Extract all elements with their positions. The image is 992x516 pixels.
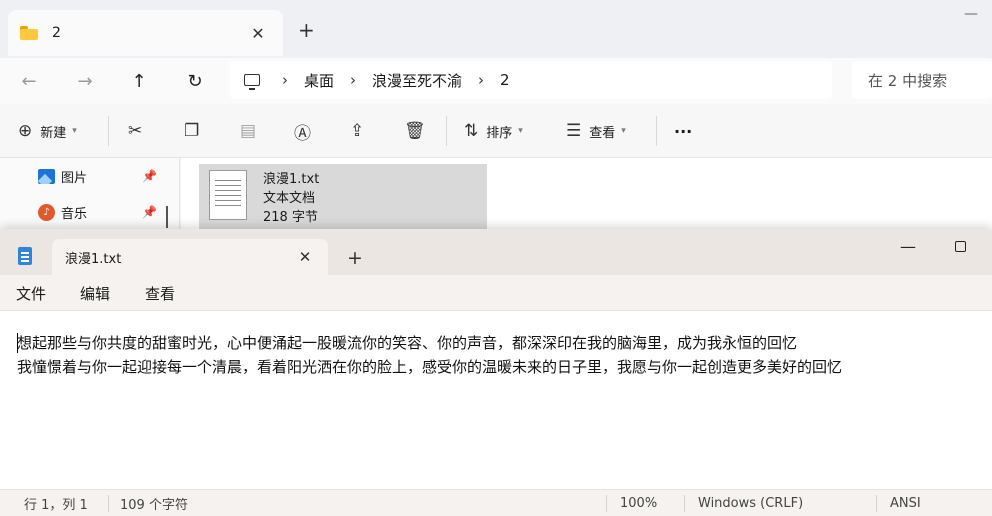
nav-item-pictures[interactable]: 图片 xyxy=(38,158,87,194)
status-bar: 行 1，列 1 109 个字符 100% Windows (CRLF) ANSI xyxy=(0,489,992,516)
chevron-right-icon: › xyxy=(350,71,357,89)
scissors-icon: ✂ xyxy=(128,121,143,141)
explorer-command-bar: ⊕ 新建 ▾ ✂ ❐ ▤ Ⓐ ⇪ 🗑 ⇅ 排序 ▾ ☰ 查看 ▾ ··· xyxy=(0,104,992,158)
chevron-down-icon: ▾ xyxy=(621,126,626,136)
toolbar-divider xyxy=(108,116,109,146)
nav-item-music[interactable]: ♪ 音乐 xyxy=(38,194,87,230)
scrollbar-thumb[interactable] xyxy=(166,206,168,228)
minimize-button[interactable]: — xyxy=(964,6,978,22)
breadcrumb-item[interactable]: 浪漫至死不渝 xyxy=(372,70,462,91)
notepad-tab[interactable]: 浪漫1.txt ✕ xyxy=(52,239,328,275)
menu-bar: 文件 编辑 查看 xyxy=(0,275,992,311)
delete-button[interactable]: 🗑 xyxy=(404,104,434,158)
plus-circle-icon: ⊕ xyxy=(18,121,33,141)
cursor-position: 行 1，列 1 xyxy=(24,498,88,513)
paste-button[interactable]: ▤ xyxy=(240,104,264,158)
navigation-pane: 图片 📌 ♪ 音乐 📌 xyxy=(0,158,180,236)
explorer-nav-bar: ← → ↑ ↻ › 桌面 › 浪漫至死不渝 › 2 在 2 中搜索 xyxy=(0,58,992,104)
close-icon[interactable]: ✕ xyxy=(243,24,273,43)
file-item[interactable]: 浪漫1.txt 文本文档 218 字节 xyxy=(199,164,487,234)
encoding[interactable]: ANSI xyxy=(890,490,921,516)
text-file-icon xyxy=(209,170,247,220)
share-icon: ⇪ xyxy=(350,121,365,141)
copy-button[interactable]: ❐ xyxy=(184,104,207,158)
search-input[interactable]: 在 2 中搜索 xyxy=(852,61,992,99)
list-view-icon: ☰ xyxy=(566,121,582,141)
back-button[interactable]: ← xyxy=(14,58,44,104)
status-divider xyxy=(606,495,607,512)
text-caret xyxy=(17,333,18,353)
notepad-window: 浪漫1.txt ✕ + — 文件 编辑 查看 想起那些与你共度的甜蜜时光，心中便… xyxy=(0,229,992,516)
pin-icon[interactable]: 📌 xyxy=(142,205,157,219)
nav-item-label: 音乐 xyxy=(61,206,88,222)
text-line: 我憧憬着与你一起迎接每一个清晨，看着阳光洒在你的脸上，感受你的温暖未来的日子里，… xyxy=(17,358,843,376)
character-count: 109 个字符 xyxy=(120,498,188,513)
notepad-title-bar: 浪漫1.txt ✕ + — xyxy=(0,229,992,275)
trash-icon: 🗑 xyxy=(404,121,426,141)
view-label: 查看 xyxy=(589,125,616,141)
chevron-right-icon: › xyxy=(478,71,485,89)
status-divider xyxy=(684,495,685,512)
chevron-down-icon: ▾ xyxy=(72,126,77,136)
pictures-icon xyxy=(38,168,55,184)
text-editor[interactable]: 想起那些与你共度的甜蜜时光，心中便涌起一股暖流你的笑容、你的声音，都深深印在我的… xyxy=(0,312,992,489)
sort-icon: ⇅ xyxy=(464,121,479,141)
status-divider xyxy=(876,495,877,512)
clipboard-icon: ▤ xyxy=(240,121,257,141)
share-button[interactable]: ⇪ xyxy=(350,104,372,158)
copy-icon: ❐ xyxy=(184,121,200,141)
explorer-tab-bar: 2 ✕ + — xyxy=(0,0,992,58)
up-button[interactable]: ↑ xyxy=(124,58,154,104)
file-type: 文本文档 xyxy=(263,191,316,206)
toolbar-divider xyxy=(656,116,657,146)
new-label: 新建 xyxy=(40,125,67,141)
text-line: 想起那些与你共度的甜蜜时光，心中便涌起一股暖流你的笑容、你的声音，都深深印在我的… xyxy=(17,334,798,352)
address-bar[interactable]: › 桌面 › 浪漫至死不渝 › 2 xyxy=(230,61,832,99)
sort-button[interactable]: ⇅ 排序 ▾ xyxy=(464,104,523,158)
sort-label: 排序 xyxy=(486,125,513,141)
view-button[interactable]: ☰ 查看 ▾ xyxy=(566,104,626,158)
music-icon: ♪ xyxy=(38,203,55,221)
nav-item-label: 图片 xyxy=(61,170,88,186)
chevron-down-icon: ▾ xyxy=(518,126,523,136)
minimize-button[interactable]: — xyxy=(900,237,916,256)
notepad-tab-title: 浪漫1.txt xyxy=(65,251,122,267)
refresh-button[interactable]: ↻ xyxy=(180,58,210,104)
file-list: 浪漫1.txt 文本文档 218 字节 xyxy=(181,158,992,236)
zoom-level[interactable]: 100% xyxy=(620,490,657,516)
status-divider xyxy=(108,495,109,512)
pin-icon[interactable]: 📌 xyxy=(142,169,157,183)
breadcrumb-item[interactable]: 2 xyxy=(500,71,510,89)
more-options-button[interactable]: ··· xyxy=(674,104,692,158)
chevron-right-icon: › xyxy=(282,71,288,89)
forward-button[interactable]: → xyxy=(70,58,100,104)
file-details: 浪漫1.txt 文本文档 218 字节 xyxy=(263,170,319,234)
breadcrumb-item[interactable]: 桌面 xyxy=(304,70,334,91)
cut-button[interactable]: ✂ xyxy=(128,104,150,158)
line-ending[interactable]: Windows (CRLF) xyxy=(698,490,803,516)
toolbar-divider xyxy=(446,116,447,146)
new-tab-button[interactable]: + xyxy=(298,18,315,42)
maximize-button[interactable] xyxy=(955,241,966,252)
file-name: 浪漫1.txt xyxy=(263,172,320,187)
close-icon[interactable]: ✕ xyxy=(292,248,318,266)
explorer-tab[interactable]: 2 ✕ xyxy=(8,10,283,56)
rename-button[interactable]: Ⓐ xyxy=(294,104,319,158)
new-tab-button[interactable]: + xyxy=(347,247,363,269)
rename-icon: Ⓐ xyxy=(294,123,311,144)
explorer-tab-title: 2 xyxy=(52,25,61,41)
menu-edit[interactable]: 编辑 xyxy=(80,275,110,311)
new-button[interactable]: ⊕ 新建 ▾ xyxy=(18,104,77,158)
menu-view[interactable]: 查看 xyxy=(145,275,175,311)
folder-icon xyxy=(20,26,38,40)
file-size: 218 字节 xyxy=(263,210,318,225)
file-explorer-window: 2 ✕ + — ← → ↑ ↻ › 桌面 › 浪漫至死不渝 › 2 在 2 中搜… xyxy=(0,0,992,236)
computer-icon xyxy=(244,74,260,90)
menu-file[interactable]: 文件 xyxy=(16,275,46,311)
notepad-app-icon xyxy=(18,247,32,265)
